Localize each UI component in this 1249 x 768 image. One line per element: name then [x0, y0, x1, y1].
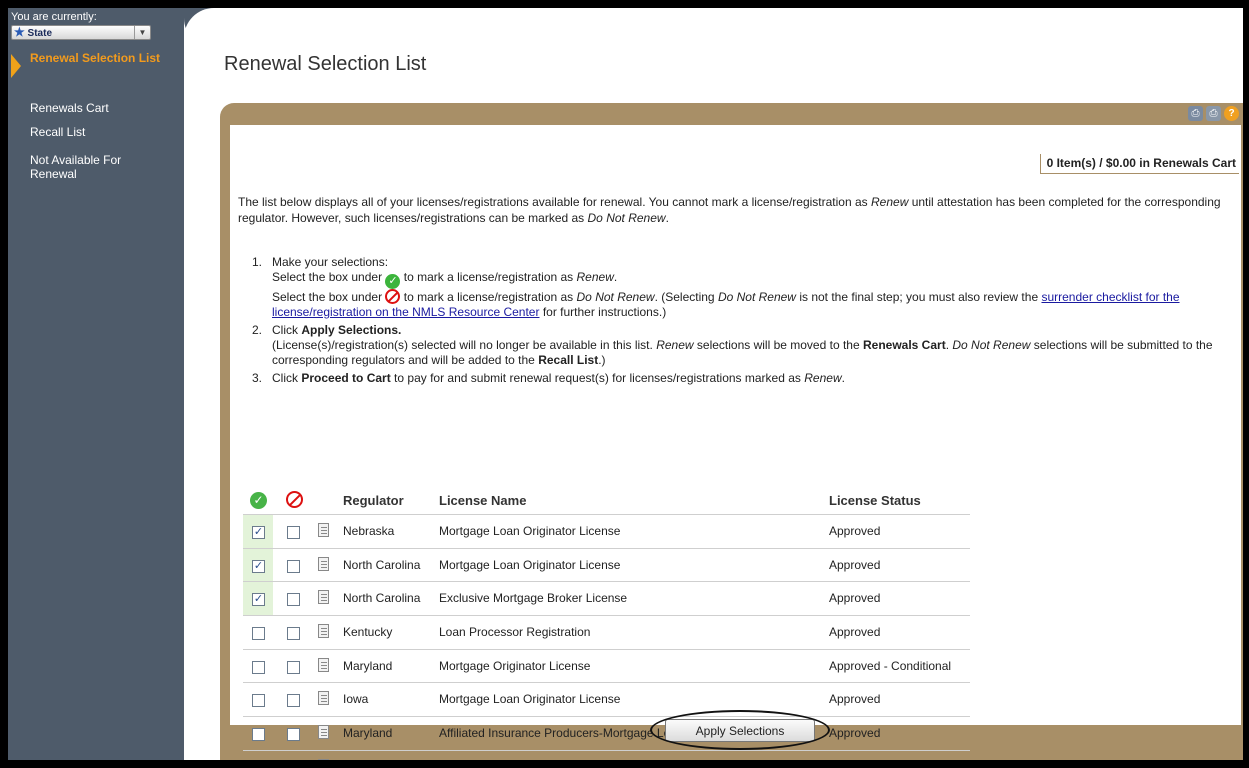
do-not-renew-checkbox[interactable]	[287, 559, 300, 573]
table-row: Iowa Mortgage Loan Originator License Appr…	[243, 683, 970, 718]
panel-border-right	[1241, 125, 1243, 750]
license-name-cell: Loan Processor Registration	[439, 625, 591, 640]
renew-checkbox[interactable]	[252, 627, 265, 641]
regulator-cell: Maryland	[343, 658, 393, 673]
renewal-panel: ⎙ ⎙ ? 0 Item(s) / $0.00 in Renewals Cart…	[220, 103, 1243, 760]
print-icon[interactable]: ⎙	[1188, 106, 1203, 121]
table-body: ✓ Nebraska Mortgage Loan Originator Licens…	[243, 515, 970, 760]
step-3: 3. Click Proceed to Cart to pay for and …	[252, 371, 845, 385]
instructions-list: 1. Make your selections: Select the box …	[252, 255, 1232, 389]
step-2: 2. Click Apply Selections. (License(s)/r…	[252, 323, 1213, 367]
sidebar: You are currently: ★ State ▼ Renewal Sel…	[8, 8, 206, 760]
active-arrow-icon	[11, 54, 21, 78]
sidebar-item-renewals-cart[interactable]: Renewals Cart	[30, 101, 170, 115]
regulator-cell: Nebraska	[343, 524, 395, 538]
document-icon[interactable]	[318, 758, 329, 760]
state-selector-value: State	[27, 28, 52, 39]
state-selector[interactable]: ★ State ▼	[11, 25, 151, 40]
do-not-renew-checkbox[interactable]	[287, 526, 300, 539]
sidebar-item-recall-list[interactable]: Recall List	[30, 125, 170, 139]
license-name-cell: Mortgage Loan Originator License	[439, 692, 621, 707]
renew-checkbox[interactable]	[252, 728, 265, 742]
table-row: KentuckyLoan Originator LicenseApproved	[243, 751, 970, 760]
do-not-renew-checkbox[interactable]	[287, 728, 300, 742]
star-icon: ★	[14, 25, 25, 39]
license-name-cell: Mortgage Loan Originator License	[439, 524, 621, 538]
print-all-icon[interactable]: ⎙	[1206, 106, 1221, 121]
document-icon[interactable]	[318, 657, 329, 672]
document-icon[interactable]	[318, 691, 329, 706]
license-name-cell: Mortgage Loan Originator License	[439, 557, 621, 572]
do-not-renew-column-prohibited-icon	[286, 491, 303, 508]
table-row: Maryland Mortgage Originator License Appro…	[243, 650, 970, 684]
do-not-renew-checkbox[interactable]	[287, 660, 300, 674]
page-title: Renewal Selection List	[224, 53, 427, 75]
license-status-cell: Approved - Conditional	[829, 658, 952, 673]
step-1: 1. Make your selections: Select the box …	[252, 255, 1232, 320]
you-are-currently-label: You are currently:	[11, 11, 97, 23]
step-1-do-not-renew-line: Select the box under to mark a license/r…	[272, 289, 1180, 319]
regulator-cell: Kentucky	[343, 625, 393, 640]
license-status-cell: Approved	[829, 557, 881, 572]
license-name-cell: Mortgage Originator License	[439, 658, 591, 673]
panel-border-left	[220, 125, 230, 750]
licenses-table: ✓ Regulator License Name License Status …	[243, 483, 970, 760]
renew-checkbox[interactable]: ✓	[252, 593, 265, 607]
step-1-renew-line: Select the box under ✓ to mark a license…	[272, 270, 618, 289]
renew-checkbox[interactable]: ✓	[252, 526, 265, 539]
license-status-cell: Approved	[829, 692, 881, 707]
table-row: Maryland Affiliated Insurance Producers-M…	[243, 717, 970, 751]
checkmark-icon: ✓	[385, 274, 401, 289]
regulator-cell: North Carolina	[343, 591, 421, 606]
document-icon[interactable]	[318, 556, 329, 571]
document-icon[interactable]	[318, 624, 329, 639]
column-header-license-name: License Name	[439, 493, 527, 508]
document-icon[interactable]	[318, 725, 329, 740]
do-not-renew-checkbox[interactable]	[287, 694, 300, 708]
table-header: ✓ Regulator License Name License Status	[243, 483, 970, 515]
renew-checkbox[interactable]: ✓	[252, 559, 265, 573]
license-status-cell: Approved	[829, 591, 881, 606]
table-row: ✓ North Carolina Exclusive Mortgage Broker…	[243, 582, 970, 617]
renew-checkbox[interactable]	[252, 660, 265, 674]
chevron-down-icon: ▼	[134, 26, 150, 39]
help-icon[interactable]: ?	[1224, 106, 1239, 121]
renew-column-checkmark-icon: ✓	[250, 492, 267, 509]
renew-checkbox[interactable]	[252, 694, 265, 708]
license-status-cell: Approved	[829, 625, 881, 640]
cart-summary: 0 Item(s) / $0.00 in Renewals Cart	[1039, 154, 1239, 174]
document-icon[interactable]	[318, 523, 329, 537]
license-status-cell: Approved	[829, 524, 881, 538]
column-header-regulator: Regulator	[343, 493, 404, 508]
prohibited-icon	[385, 289, 401, 304]
regulator-cell: North Carolina	[343, 557, 421, 572]
table-row: Kentucky Loan Processor Registration Appro…	[243, 616, 970, 650]
do-not-renew-checkbox[interactable]	[287, 593, 300, 607]
license-name-cell: Exclusive Mortgage Broker License	[439, 591, 628, 606]
sidebar-item-renewal-selection-list[interactable]: Renewal Selection List	[30, 51, 170, 65]
table-row: ✓ Nebraska Mortgage Loan Originator Licens…	[243, 515, 970, 549]
panel-header: ⎙ ⎙ ?	[220, 103, 1243, 125]
regulator-cell: Iowa	[343, 692, 369, 707]
do-not-renew-checkbox[interactable]	[287, 627, 300, 641]
document-icon[interactable]	[318, 590, 329, 605]
intro-text: The list below displays all of your lice…	[238, 195, 1221, 225]
app-window: You are currently: ★ State ▼ Renewal Sel…	[8, 8, 1243, 760]
license-status-cell: Approved	[829, 726, 881, 741]
sidebar-item-not-available-for-renewal[interactable]: Not Available For Renewal	[30, 153, 170, 181]
regulator-cell: Maryland	[343, 726, 393, 741]
highlight-ellipse	[650, 710, 830, 750]
column-header-license-status: License Status	[829, 493, 921, 508]
panel-header-icons: ⎙ ⎙ ?	[1188, 106, 1239, 121]
table-row: ✓ North Carolina Mortgage Loan Originator …	[243, 548, 970, 583]
